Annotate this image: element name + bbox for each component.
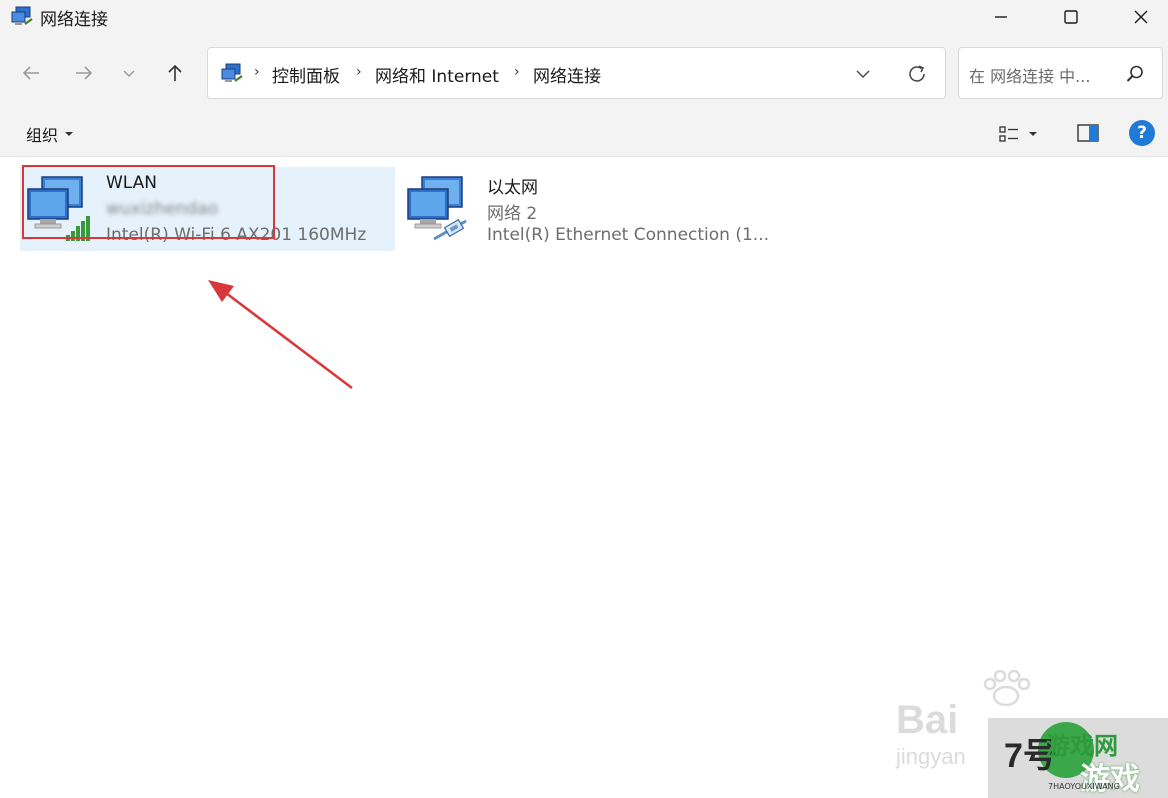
connection-item-ethernet[interactable]: 以太网 网络 2 Intel(R) Ethernet Connection (1…: [400, 167, 780, 251]
baidu-watermark-text: Bai: [896, 698, 959, 742]
help-button[interactable]: ?: [1129, 120, 1155, 146]
back-button[interactable]: [14, 56, 48, 90]
organize-label: 组织: [26, 126, 59, 145]
search-input[interactable]: 在 网络连接 中...: [958, 47, 1163, 99]
window-title: 网络连接: [40, 10, 108, 30]
caret-down-icon: [65, 132, 74, 136]
breadcrumb-separator-icon: ›: [514, 64, 520, 80]
preview-pane-icon[interactable]: [1076, 121, 1100, 145]
jingyan-watermark-text: jingyan: [896, 744, 966, 769]
maximize-icon: [1064, 10, 1078, 24]
title-bar: 网络连接: [0, 0, 1168, 34]
refresh-button[interactable]: [902, 60, 932, 88]
arrow-up-icon: [168, 64, 182, 81]
ethernet-network-icon: [407, 176, 467, 241]
maximize-button[interactable]: [1044, 0, 1098, 34]
arrow-left-icon: [22, 66, 39, 80]
arrow-right-icon: [76, 66, 93, 80]
view-options-icon: [999, 126, 1018, 142]
change-view-button[interactable]: [998, 121, 1048, 147]
search-placeholder: 在 网络连接 中...: [969, 67, 1091, 86]
up-button[interactable]: [158, 56, 192, 90]
breadcrumb-network-internet[interactable]: 网络和 Internet: [375, 62, 499, 87]
connection-name: 以太网: [487, 178, 538, 198]
chevron-down-icon: [123, 70, 135, 78]
close-button[interactable]: [1114, 0, 1168, 34]
connection-device: Intel(R) Ethernet Connection (1...: [487, 225, 770, 245]
forward-button[interactable]: [67, 56, 101, 90]
game-watermark-line2: 游戏: [1080, 762, 1140, 797]
annotation-arrow-icon: [208, 280, 353, 389]
address-history-button[interactable]: [848, 60, 878, 88]
organize-button[interactable]: 组织: [26, 122, 74, 146]
annotation-highlight-box: [22, 165, 275, 239]
minimize-button[interactable]: [974, 0, 1028, 34]
network-connections-icon: [11, 6, 33, 25]
navigation-bar: › 控制面板 › 网络和 Internet › 网络连接 在 网络连接 中...: [0, 34, 1168, 110]
game-site-watermark: 7号 游戏网 游戏 7HAOYOUXIWANG: [988, 718, 1168, 798]
refresh-icon: [909, 65, 925, 82]
breadcrumb-separator-icon: ›: [356, 64, 362, 80]
caret-down-icon: [1029, 132, 1037, 136]
minimize-icon: [995, 16, 1007, 18]
control-panel-icon: [221, 63, 243, 82]
breadcrumb-network-connections[interactable]: 网络连接: [533, 62, 601, 87]
help-icon: ?: [1137, 123, 1147, 143]
command-bar: 组织 ?: [0, 110, 1168, 157]
chevron-down-icon: [856, 70, 870, 78]
connection-network: 网络 2: [487, 204, 538, 224]
game-watermark-small: 7HAOYOUXIWANG: [1048, 782, 1120, 791]
search-icon[interactable]: [1123, 62, 1147, 86]
recent-locations-button[interactable]: [112, 56, 146, 90]
breadcrumb-separator-icon: ›: [254, 64, 260, 80]
breadcrumb-control-panel[interactable]: 控制面板: [272, 62, 340, 87]
address-bar[interactable]: › 控制面板 › 网络和 Internet › 网络连接: [207, 47, 946, 99]
close-icon: [1134, 10, 1148, 24]
paw-logo-icon: [983, 670, 1031, 706]
